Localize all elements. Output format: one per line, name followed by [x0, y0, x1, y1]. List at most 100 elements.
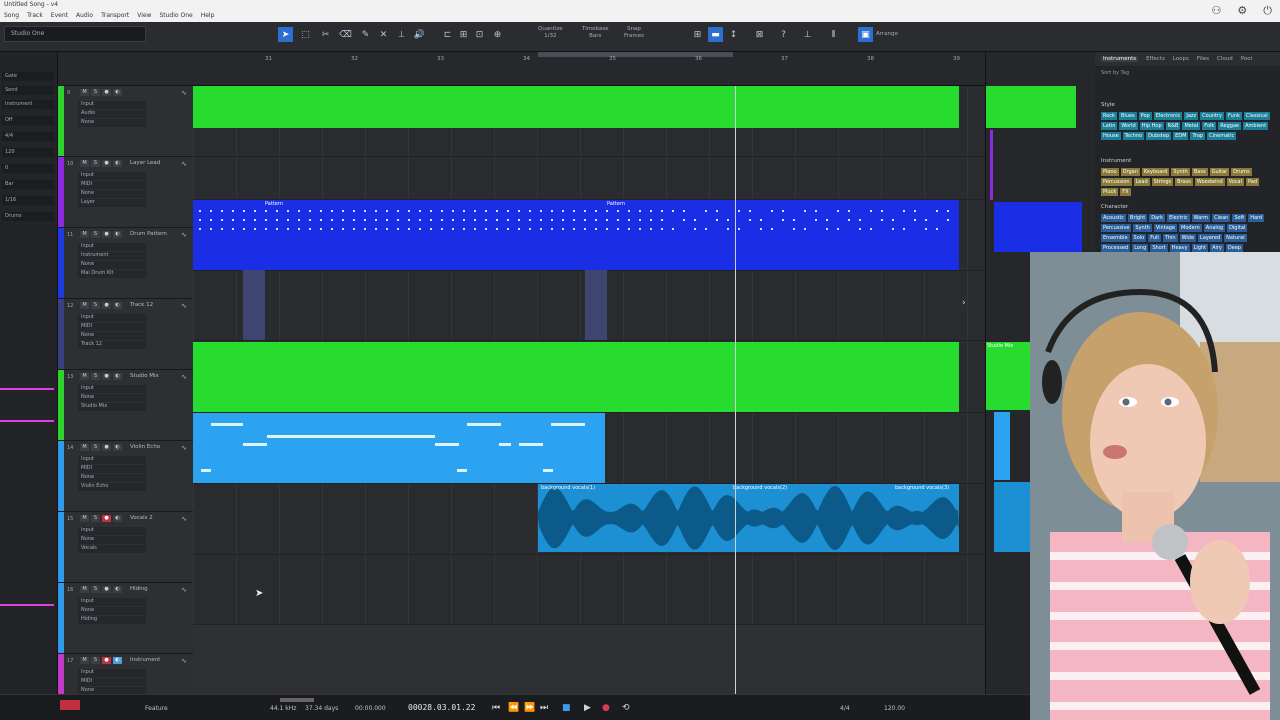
- browser-tag[interactable]: Percussive: [1101, 224, 1132, 232]
- track-name[interactable]: Track 12: [130, 302, 153, 308]
- track-header[interactable]: 15 M S ● ◐ Vocals 2 ∿ Input None Vocals: [58, 512, 193, 583]
- snap-active-icon[interactable]: ▬: [708, 27, 723, 42]
- track-io-field[interactable]: None: [78, 190, 146, 198]
- browser-tag[interactable]: Keyboard: [1141, 168, 1170, 176]
- track-header[interactable]: 16 M S ● ◐ Hiding ∿ Input None Hiding: [58, 583, 193, 654]
- track-header[interactable]: 14 M S ● ◐ Violin Echo ∿ Input MIDI None Violin Ec…: [58, 441, 193, 512]
- mode-dropdown[interactable]: Arrange: [876, 31, 898, 38]
- inspector-row[interactable]: 1/16: [2, 196, 54, 205]
- vocal-audio-clip[interactable]: [538, 484, 959, 552]
- timeline-ruler[interactable]: 31323334353637383940: [193, 52, 1046, 86]
- arrow-tool-icon[interactable]: ➤: [278, 27, 293, 42]
- monitor-button[interactable]: ◐: [113, 89, 122, 96]
- audio-clip[interactable]: Studio Mix: [986, 342, 1031, 410]
- browser-tag[interactable]: Percussion: [1101, 178, 1132, 186]
- browser-tag[interactable]: Pluck: [1101, 188, 1119, 196]
- track-io-field[interactable]: Input: [78, 598, 146, 606]
- tab-loops[interactable]: Loops: [1173, 56, 1189, 62]
- track-name[interactable]: Violin Echo: [130, 444, 160, 450]
- track-io-field[interactable]: Hiding: [78, 616, 146, 624]
- menu-help[interactable]: Help: [201, 12, 215, 19]
- midi-clip[interactable]: [585, 270, 607, 340]
- loop-range[interactable]: [538, 52, 733, 57]
- track-io-field[interactable]: Input: [78, 101, 146, 109]
- timebase-dropdown[interactable]: Timebase Bars: [582, 26, 609, 40]
- waveform-icon[interactable]: ∿: [181, 231, 187, 239]
- marker-icon[interactable]: ⊥: [800, 27, 815, 42]
- midi-clip[interactable]: [990, 130, 993, 200]
- record-arm-button[interactable]: ●: [102, 657, 111, 664]
- record-arm-button[interactable]: ●: [102, 89, 111, 96]
- mute-button[interactable]: M: [80, 444, 89, 451]
- inspector-row[interactable]: Send: [2, 86, 54, 95]
- monitor-button[interactable]: ◐: [113, 657, 122, 664]
- drum-pattern-clip[interactable]: [994, 202, 1082, 252]
- mute-button[interactable]: M: [80, 515, 89, 522]
- waveform-icon[interactable]: ∿: [181, 160, 187, 168]
- inspector-row[interactable]: Bar: [2, 180, 54, 189]
- track-header[interactable]: 13 M S ● ◐ Studio Mix ∿ Input None Studio Mix: [58, 370, 193, 441]
- browser-tag[interactable]: Soft: [1232, 214, 1247, 222]
- track-io-field[interactable]: None: [78, 119, 146, 127]
- monitor-button[interactable]: ◐: [113, 231, 122, 238]
- track-io-field[interactable]: Input: [78, 314, 146, 322]
- record-arm-button[interactable]: ●: [102, 586, 111, 593]
- track-io-field[interactable]: None: [78, 607, 146, 615]
- track-io-field[interactable]: MIDI: [78, 323, 146, 331]
- browser-tag[interactable]: Airy: [1210, 244, 1224, 252]
- transport-feature[interactable]: Feature: [145, 705, 168, 712]
- waveform-icon[interactable]: ∿: [181, 586, 187, 594]
- browser-tag[interactable]: Hard: [1248, 214, 1265, 222]
- track-io-field[interactable]: Audio: [78, 110, 146, 118]
- monitor-button[interactable]: ◐: [113, 302, 122, 309]
- power-icon[interactable]: ⏻: [1263, 4, 1272, 18]
- preset-selector[interactable]: Studio One: [4, 26, 146, 42]
- browser-tag[interactable]: Funk: [1226, 112, 1242, 120]
- browser-tag[interactable]: FX: [1120, 188, 1131, 196]
- browser-tag[interactable]: Natural: [1224, 234, 1247, 242]
- split-tool-icon[interactable]: ✂: [318, 27, 333, 42]
- snap-grid-icon[interactable]: ⊞: [690, 27, 705, 42]
- track-name[interactable]: Layer Lead: [130, 160, 160, 166]
- track-io-field[interactable]: Input: [78, 385, 146, 393]
- track-name[interactable]: Vocals 2: [130, 515, 153, 521]
- waveform-icon[interactable]: ∿: [181, 302, 187, 310]
- record-arm-button[interactable]: ●: [102, 515, 111, 522]
- track-io-field[interactable]: Track 12: [78, 341, 146, 349]
- track-io-field[interactable]: None: [78, 261, 146, 269]
- tab-effects[interactable]: Effects: [1146, 56, 1165, 62]
- mute-button[interactable]: M: [80, 373, 89, 380]
- browser-tag[interactable]: Short: [1150, 244, 1168, 252]
- browser-tag[interactable]: Warm: [1191, 214, 1211, 222]
- info-icon[interactable]: ?: [776, 27, 791, 42]
- track-io-field[interactable]: Input: [78, 527, 146, 535]
- track-name[interactable]: Drum Pattern: [130, 231, 167, 237]
- browser-tag[interactable]: Long: [1132, 244, 1149, 252]
- browser-tag[interactable]: Clean: [1212, 214, 1231, 222]
- browser-tag[interactable]: Strings: [1151, 178, 1174, 186]
- menu-song[interactable]: Song: [4, 12, 19, 19]
- inspector-row[interactable]: 120: [2, 148, 54, 157]
- track-header[interactable]: 9 M S ● ◐ ∿ Input Audio None: [58, 86, 193, 157]
- track-io-field[interactable]: Input: [78, 243, 146, 251]
- columns-icon[interactable]: ⦀: [826, 27, 841, 42]
- browser-tag[interactable]: Dark: [1149, 214, 1166, 222]
- mute-button[interactable]: M: [80, 231, 89, 238]
- record-arm-button[interactable]: ●: [102, 231, 111, 238]
- drum-pattern-clip[interactable]: Pattern Pattern: [193, 200, 959, 270]
- inspector-row[interactable]: Off: [2, 116, 54, 125]
- track-lane[interactable]: [193, 413, 985, 484]
- inspector-row[interactable]: 0: [2, 164, 54, 173]
- solo-button[interactable]: S: [91, 302, 100, 309]
- play-icon[interactable]: ▶: [584, 703, 591, 713]
- playhead[interactable]: [735, 86, 736, 694]
- browser-tag[interactable]: Ensemble: [1101, 234, 1130, 242]
- stop-icon[interactable]: ■: [562, 703, 571, 713]
- browser-tag[interactable]: Brass: [1175, 178, 1193, 186]
- erase-tool-icon[interactable]: ⌫: [338, 27, 353, 42]
- browser-tag[interactable]: Dubstep: [1146, 132, 1172, 140]
- monitor-button[interactable]: ◐: [113, 444, 122, 451]
- track-io-field[interactable]: Layer: [78, 199, 146, 207]
- browser-tag[interactable]: Ambient: [1243, 122, 1269, 130]
- back-icon[interactable]: ⏪: [508, 703, 519, 713]
